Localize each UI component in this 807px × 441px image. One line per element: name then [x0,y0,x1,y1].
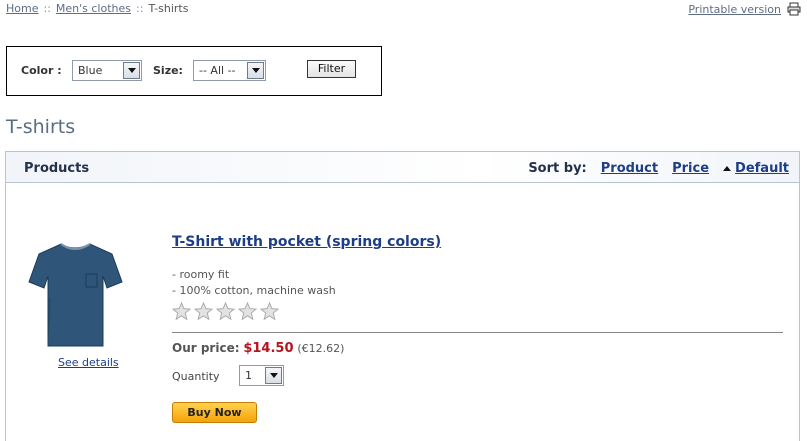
star-icon[interactable] [194,302,213,321]
color-select-value: Blue [78,64,103,77]
filter-panel: Color : Blue Size: -- All -- Filter [6,46,382,96]
chevron-down-icon[interactable] [123,62,140,79]
tshirt-icon [28,243,123,347]
products-panel: Products Sort by: Product Price Default … [5,151,800,441]
printable-version: Printable version [688,2,801,16]
page-title: T-shirts [6,116,76,138]
description-line: - roomy fit [172,268,230,281]
size-select[interactable]: -- All -- [193,60,266,81]
sort-default-link[interactable]: Default [735,161,789,176]
star-icon[interactable] [260,302,279,321]
sort-product-link[interactable]: Product [601,161,658,176]
sort-price-link[interactable]: Price [672,161,709,176]
printable-version-link[interactable]: Printable version [688,3,781,16]
breadcrumb-current: T-shirts [148,2,189,15]
star-icon[interactable] [238,302,257,321]
product-image[interactable] [28,238,123,350]
breadcrumb-home-link[interactable]: Home [6,2,38,15]
sort-by: Sort by: Product Price Default [528,161,789,176]
breadcrumb-separator: :: [136,2,144,15]
sort-by-label: Sort by: [528,161,587,176]
alt-currency-price: (€12.62) [297,342,345,355]
products-title: Products [24,161,90,176]
size-select-value: -- All -- [199,64,236,77]
star-icon[interactable] [172,302,191,321]
printer-icon[interactable] [787,2,801,16]
our-price-label: Our price: [172,341,240,355]
color-label: Color : [21,64,62,77]
quantity-value: 1 [245,369,252,382]
breadcrumb-separator: :: [43,2,51,15]
chevron-down-icon[interactable] [247,62,264,79]
buy-now-button[interactable]: Buy Now [172,402,257,423]
see-details-link[interactable]: See details [58,356,119,369]
description-line: - 100% cotton, machine wash [172,284,336,297]
product-price: $14.50 [243,341,294,356]
breadcrumb: Home:: Men's clothes:: T-shirts [6,2,188,15]
size-label: Size: [153,64,183,77]
sort-ascending-icon [723,166,732,171]
quantity-select[interactable]: 1 [239,365,284,386]
star-icon[interactable] [216,302,235,321]
breadcrumb-mens-clothes-link[interactable]: Men's clothes [56,2,131,15]
chevron-down-icon[interactable] [265,367,282,384]
quantity-label: Quantity [172,370,220,383]
filter-button[interactable]: Filter [307,60,356,78]
product-description: - roomy fit - 100% cotton, machine wash [172,267,336,299]
color-select[interactable]: Blue [72,60,142,81]
price-line: Our price: $14.50 (€12.62) [172,341,344,356]
products-panel-header: Products Sort by: Product Price Default [6,152,799,183]
product-name-link[interactable]: T-Shirt with pocket (spring colors) [172,234,441,250]
rating-stars[interactable] [172,302,279,321]
divider [172,332,783,333]
